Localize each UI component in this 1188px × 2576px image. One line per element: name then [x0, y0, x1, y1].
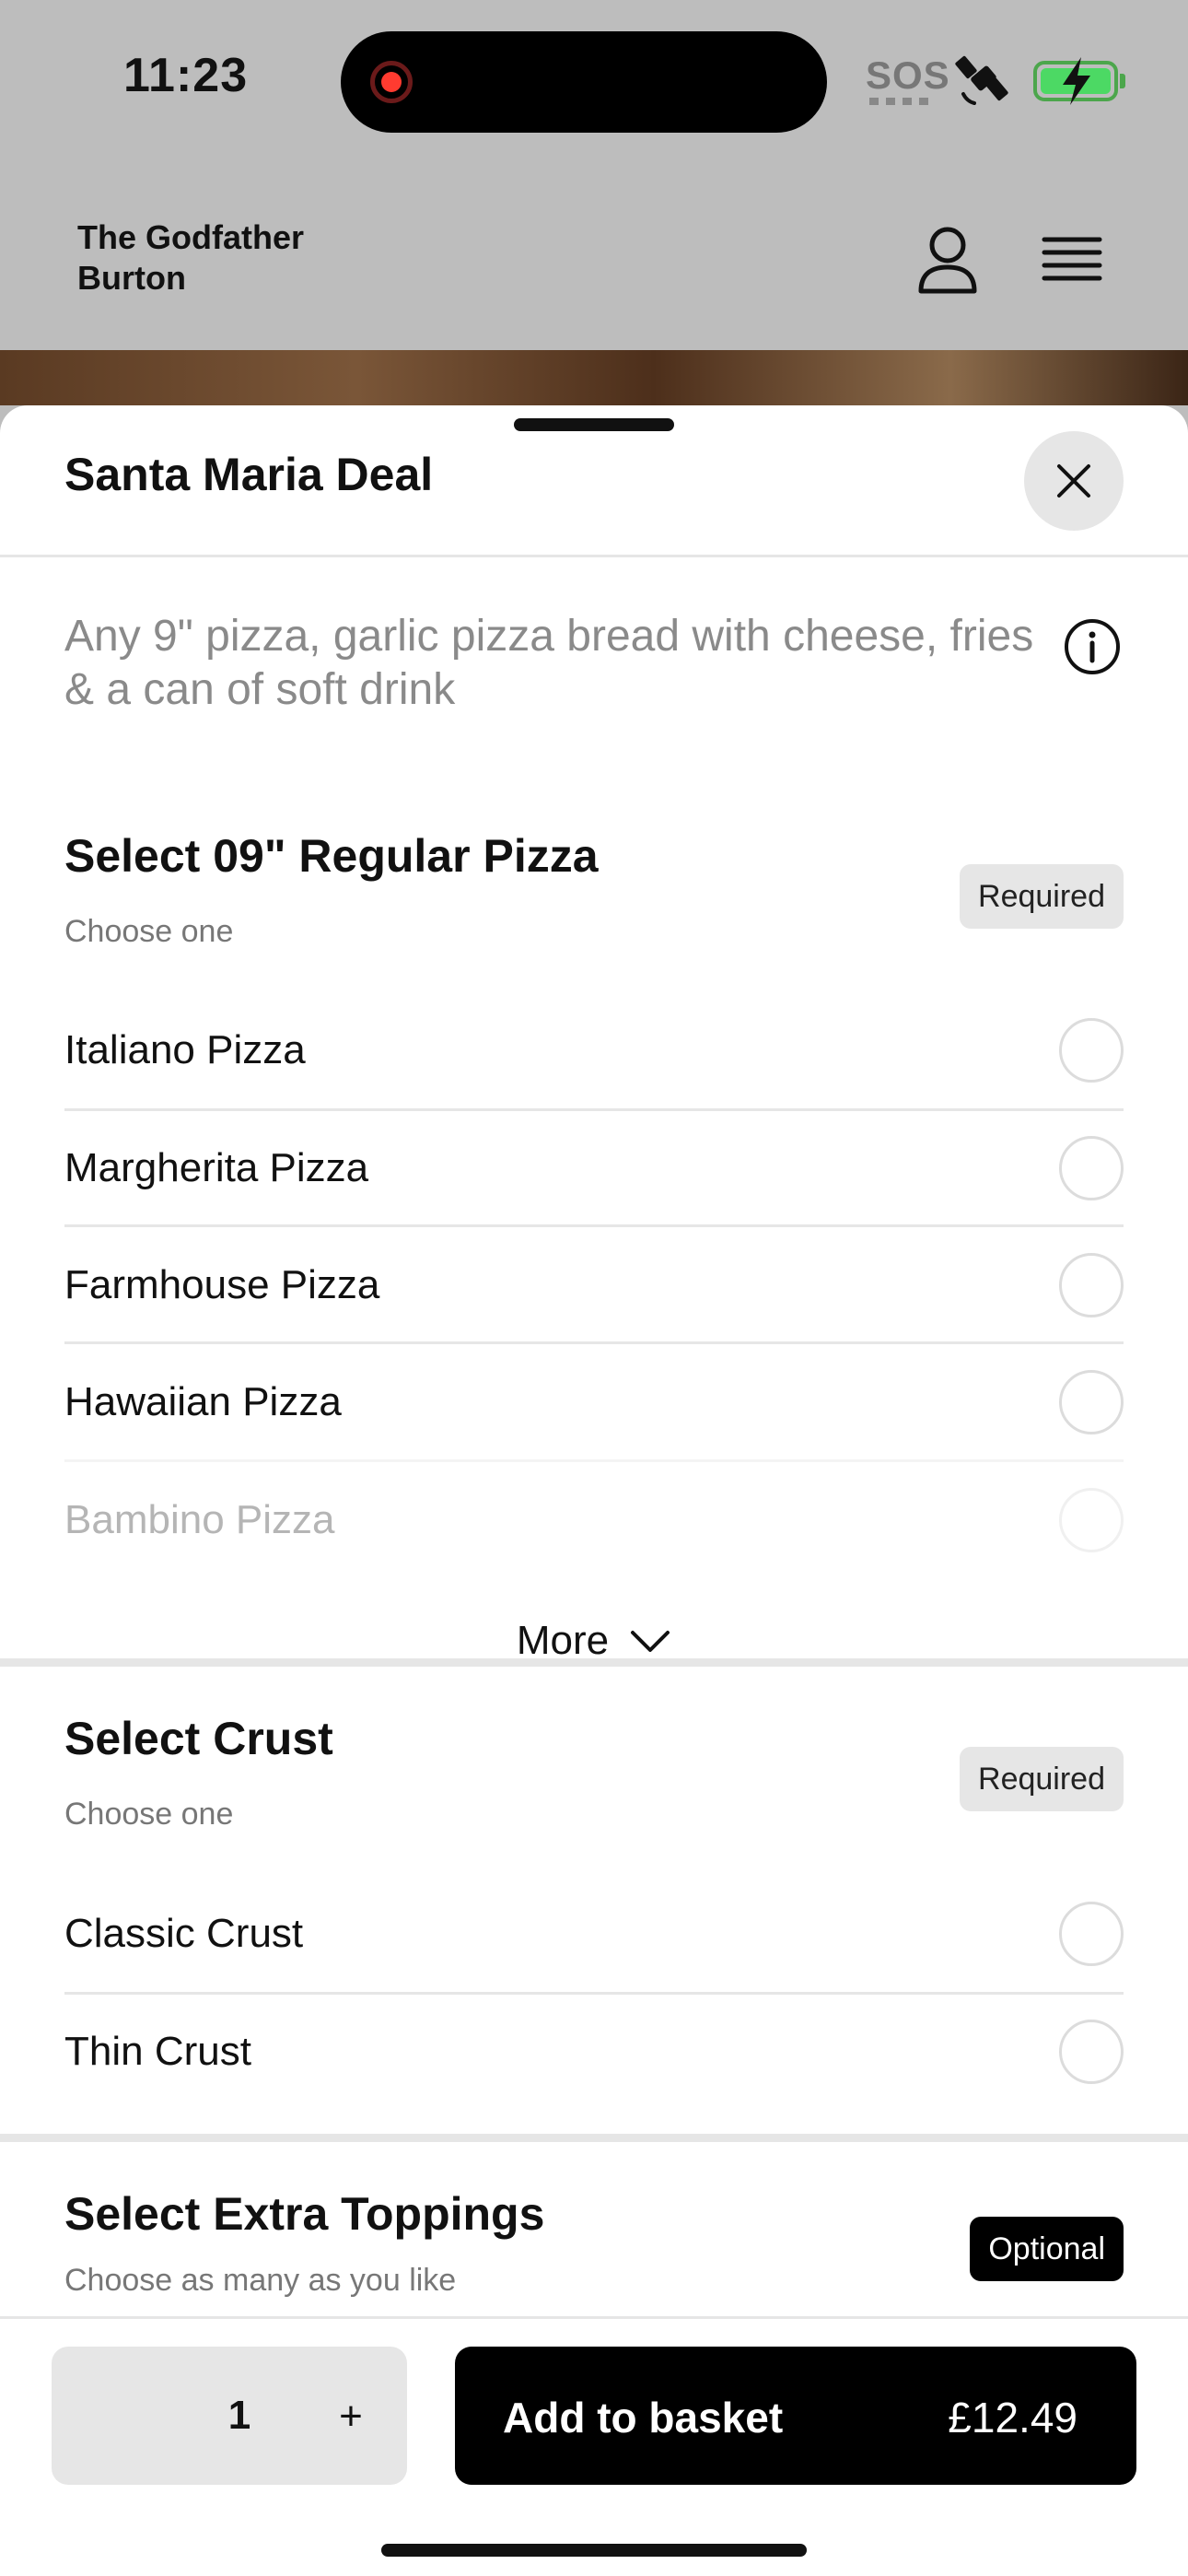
option-label: Hawaiian Pizza: [64, 1378, 342, 1424]
radio-button[interactable]: [1059, 2019, 1124, 2084]
total-price: £12.49: [948, 2394, 1077, 2441]
satellite-icon: [955, 55, 1008, 105]
status-bar: 11:23 SOS: [0, 0, 1188, 166]
home-indicator[interactable]: [381, 2544, 807, 2557]
user-icon[interactable]: [915, 223, 980, 297]
deal-sheet: Santa Maria Deal Any 9" pizza, garlic pi…: [0, 405, 1188, 2576]
section-subtitle-crust: Choose one: [64, 1797, 234, 1832]
option-label: Italiano Pizza: [64, 1026, 306, 1072]
radio-button[interactable]: [1059, 1901, 1124, 1966]
add-to-basket-button[interactable]: Add to basket £12.49: [455, 2347, 1136, 2485]
restaurant-name[interactable]: The Godfather Burton: [77, 217, 409, 299]
option-classic-crust[interactable]: Classic Crust: [64, 1875, 1124, 1992]
radio-button[interactable]: [1059, 1369, 1124, 1434]
radio-button[interactable]: [1059, 1487, 1124, 1552]
hamburger-menu-icon[interactable]: [1041, 232, 1103, 287]
required-badge-pizza: Required: [960, 864, 1124, 929]
section-subtitle-pizza: Choose one: [64, 914, 234, 949]
radio-button[interactable]: [1059, 1017, 1124, 1083]
radio-button[interactable]: [1059, 1135, 1124, 1200]
chevron-down-icon: [631, 1631, 670, 1652]
battery-cap: [1120, 74, 1125, 88]
status-time: 11:23: [123, 49, 249, 102]
deal-title: Santa Maria Deal: [64, 449, 434, 500]
radio-button[interactable]: [1059, 1252, 1124, 1317]
required-badge-crust: Required: [960, 1747, 1124, 1811]
option-label: Margherita Pizza: [64, 1144, 369, 1190]
close-icon: [1057, 464, 1090, 498]
section-title-toppings: Select Extra Toppings: [64, 2188, 545, 2240]
section-title-crust: Select Crust: [64, 1713, 333, 1764]
option-label: Classic Crust: [64, 1910, 304, 1956]
dynamic-island: [341, 31, 827, 133]
option-label: Bambino Pizza: [64, 1496, 335, 1542]
hero-image: [0, 350, 1188, 405]
option-bambino-pizza[interactable]: Bambino Pizza: [64, 1461, 1124, 1578]
charging-bolt-icon: [1063, 57, 1090, 105]
option-thin-crust[interactable]: Thin Crust: [64, 1993, 1124, 2110]
quantity-stepper: 1 +: [52, 2347, 407, 2485]
more-button[interactable]: More: [0, 1599, 1188, 1682]
option-italiano-pizza[interactable]: Italiano Pizza: [64, 991, 1124, 1108]
restaurant-name-line1: The Godfather: [77, 218, 305, 256]
info-icon[interactable]: [1063, 617, 1122, 676]
option-farmhouse-pizza[interactable]: Farmhouse Pizza: [64, 1226, 1124, 1343]
section-title-pizza: Select 09" Regular Pizza: [64, 830, 599, 882]
restaurant-header: The Godfather Burton: [0, 166, 1188, 350]
sos-indicator: SOS: [866, 53, 950, 97]
option-label: Thin Crust: [64, 2028, 251, 2074]
option-label: Farmhouse Pizza: [64, 1261, 380, 1307]
close-button[interactable]: [1024, 431, 1124, 531]
optional-badge-toppings: Optional: [970, 2217, 1124, 2281]
quantity-plus-button[interactable]: +: [328, 2389, 374, 2444]
restaurant-name-line2: Burton: [77, 259, 186, 297]
option-hawaiian-pizza[interactable]: Hawaiian Pizza: [64, 1343, 1124, 1460]
title-divider: [0, 555, 1188, 557]
footer-bar: 1 + Add to basket £12.49: [0, 2316, 1188, 2576]
section-divider: [0, 2134, 1188, 2142]
deal-description: Any 9" pizza, garlic pizza bread with ch…: [64, 612, 1034, 714]
screen: 11:23 SOS The Godfather Burton Santa Mar…: [0, 0, 1188, 2576]
option-margherita-pizza[interactable]: Margherita Pizza: [64, 1109, 1124, 1226]
add-to-basket-label: Add to basket: [503, 2394, 784, 2441]
quantity-value: 1: [227, 2393, 251, 2438]
more-label: More: [516, 1618, 610, 1663]
screen-recording-icon: [370, 61, 413, 103]
sos-signal-dots: [869, 98, 930, 105]
section-subtitle-toppings: Choose as many as you like: [64, 2263, 457, 2298]
sheet-grabber[interactable]: [514, 418, 674, 431]
section-divider: [0, 1658, 1188, 1667]
